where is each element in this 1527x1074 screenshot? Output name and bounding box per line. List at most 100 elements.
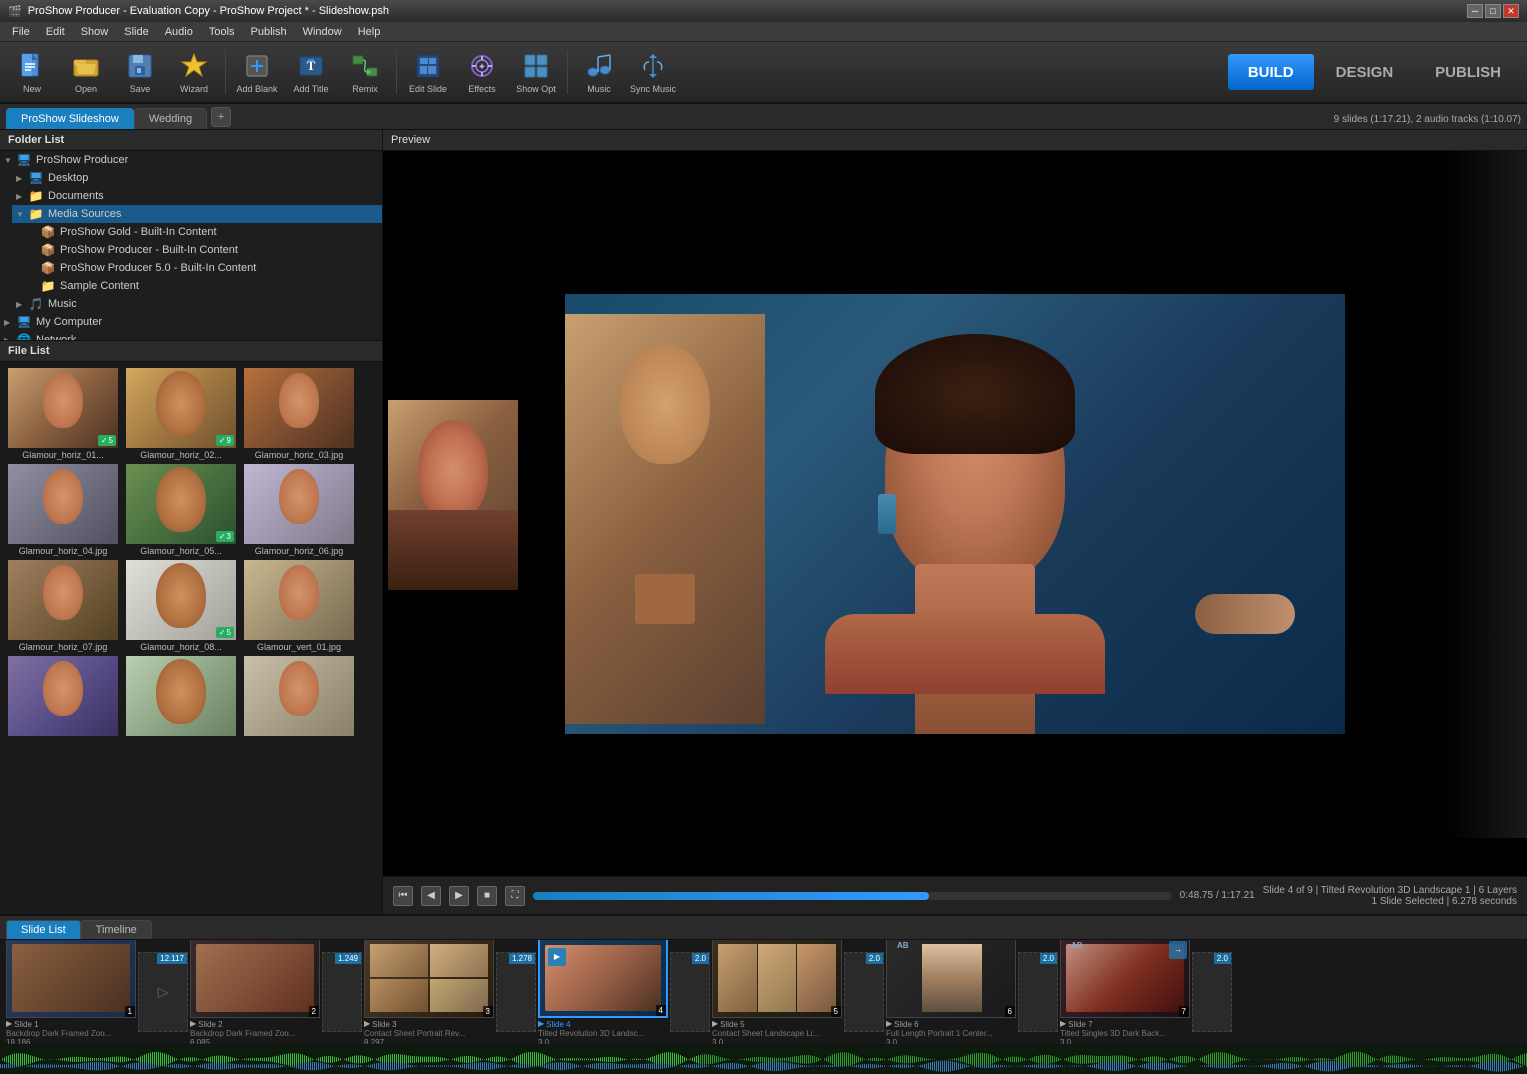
earring (878, 494, 896, 534)
add-title-button[interactable]: T Add Title (285, 45, 337, 99)
tree-arrow: ▶ (16, 174, 28, 183)
menu-publish[interactable]: Publish (243, 24, 295, 40)
file-thumb-06[interactable]: Glamour_horiz_06.jpg (240, 462, 358, 558)
slide-thumb-6[interactable]: AB 6 ▶ Slide 6 Full Length Portrait 1 Ce… (886, 940, 1016, 1044)
tree-item-documents[interactable]: ▶ 📁 Documents (12, 187, 382, 205)
progress-bar[interactable] (533, 892, 1172, 900)
badge-02: ✓ 9 (216, 435, 234, 446)
transition-thumb-1[interactable]: ▷ 12.117 (138, 952, 188, 1032)
maximize-button[interactable]: □ (1485, 4, 1501, 18)
show-opt-button[interactable]: Show Opt (510, 45, 562, 99)
slide-play-7[interactable]: ▶ (1060, 1019, 1066, 1028)
slide-thumb-5[interactable]: 5 ▶ Slide 5 Contact Sheet Landscape Li..… (712, 940, 842, 1044)
menu-slide[interactable]: Slide (116, 24, 156, 40)
file-thumb-04[interactable]: Glamour_horiz_04.jpg (4, 462, 122, 558)
wizard-button[interactable]: Wizard (168, 45, 220, 99)
slide-number-5: 5 (831, 1006, 841, 1017)
main-area: Folder List ▼ 🖥 ProShow Producer ▶ 🖥 Des… (0, 130, 1527, 914)
slide-thumb-7[interactable]: AB 7 → ▶ Slide 7 Tilted Singles 3D Dark … (1060, 940, 1190, 1044)
menu-tools[interactable]: Tools (201, 24, 243, 40)
file-thumb-11[interactable] (122, 654, 240, 740)
transition-thumb-7[interactable]: 2.0 (1192, 952, 1232, 1032)
menu-edit[interactable]: Edit (38, 24, 73, 40)
sync-music-label: Sync Music (630, 84, 676, 94)
slide-play-6[interactable]: ▶ (886, 1019, 892, 1028)
tab-wedding[interactable]: Wedding (134, 108, 207, 129)
file-thumb-08[interactable]: ✓ 5 Glamour_horiz_08... (122, 558, 240, 654)
stop-button[interactable]: ■ (477, 886, 497, 906)
slide-play-3[interactable]: ▶ (364, 1019, 370, 1028)
file-thumb-12[interactable] (240, 654, 358, 740)
tab-proshow-slideshow[interactable]: ProShow Slideshow (6, 108, 134, 129)
slide-play-1[interactable]: ▶ (6, 1019, 12, 1028)
slide-play-2[interactable]: ▶ (190, 1019, 196, 1028)
transition-thumb-6[interactable]: 2.0 (1018, 952, 1058, 1032)
file-thumb-07[interactable]: Glamour_horiz_07.jpg (4, 558, 122, 654)
minimize-button[interactable]: ─ (1467, 4, 1483, 18)
slide-thumb-3[interactable]: 3 ▶ Slide 3 Contact Sheet Portrait Rev..… (364, 940, 494, 1044)
slide-play-4[interactable]: ▶ (538, 1019, 544, 1028)
slide-thumb-1[interactable]: 1 ▶ Slide 1 Backdrop Dark Framed Zoo... … (6, 940, 136, 1044)
slide-image-7: AB 7 → (1060, 940, 1190, 1018)
slide-thumb-4[interactable]: ▶ 4 ▶ Slide 4 Tilted Revolution 3D Lands… (538, 940, 668, 1044)
tree-item-music[interactable]: ▶ 🎵 Music (12, 295, 382, 313)
transition-thumb-3[interactable]: 1.278 (496, 952, 536, 1032)
slide-strip[interactable]: 1 ▶ Slide 1 Backdrop Dark Framed Zoo... … (0, 940, 1527, 1044)
transition-thumb-2[interactable]: 1.249 (322, 952, 362, 1032)
tree-item-proshow-producer-50[interactable]: 📦 ProShow Producer 5.0 - Built-In Conten… (24, 259, 382, 277)
preview-left-image (388, 400, 518, 590)
file-thumb-01[interactable]: ✓ 5 Glamour_horiz_01... (4, 366, 122, 462)
save-button[interactable]: Save (114, 45, 166, 99)
fullscreen-button[interactable]: ⛶ (505, 886, 525, 906)
transition-thumb-5[interactable]: 2.0 (844, 952, 884, 1032)
sync-music-button[interactable]: Sync Music (627, 45, 679, 99)
tab-timeline[interactable]: Timeline (81, 920, 152, 939)
transition-image-6: 2.0 (1018, 952, 1058, 1032)
file-thumb-10[interactable] (4, 654, 122, 740)
add-tab-button[interactable]: + (211, 107, 231, 127)
tree-item-my-computer[interactable]: ▶ 🖥 My Computer (0, 313, 382, 331)
new-label: New (23, 84, 41, 94)
save-label: Save (130, 84, 151, 94)
menu-help[interactable]: Help (350, 24, 389, 40)
tree-item-proshow-gold[interactable]: 📦 ProShow Gold - Built-In Content (24, 223, 382, 241)
badge-05: ✓ 3 (216, 531, 234, 542)
open-button[interactable]: Open (60, 45, 112, 99)
transition-duration-3: 1.278 (509, 953, 535, 964)
tree-item-network[interactable]: ▶ 🌐 Network (0, 331, 382, 341)
file-thumb-02[interactable]: ✓ 9 Glamour_horiz_02... (122, 366, 240, 462)
close-button[interactable]: ✕ (1503, 4, 1519, 18)
menu-audio[interactable]: Audio (157, 24, 201, 40)
tree-item-sample-content[interactable]: 📁 Sample Content (24, 277, 382, 295)
remix-button[interactable]: Remix (339, 45, 391, 99)
slide-play-5[interactable]: ▶ (712, 1019, 718, 1028)
build-mode-button[interactable]: BUILD (1228, 54, 1314, 90)
new-button[interactable]: New (6, 45, 58, 99)
tab-slide-list[interactable]: Slide List (6, 920, 81, 939)
publish-mode-button[interactable]: PUBLISH (1415, 54, 1521, 90)
menu-show[interactable]: Show (73, 24, 117, 40)
toolbar-separator-2 (396, 50, 397, 94)
effects-button[interactable]: ✦ Effects (456, 45, 508, 99)
open-icon (70, 50, 102, 82)
prev-frame-button[interactable]: ◀ (421, 886, 441, 906)
tree-item-desktop[interactable]: ▶ 🖥 Desktop (12, 169, 382, 187)
music-folder-icon: 🎵 (28, 297, 44, 311)
music-button[interactable]: Music (573, 45, 625, 99)
edit-slide-button[interactable]: Edit Slide (402, 45, 454, 99)
transition-thumb-4[interactable]: 2.0 (670, 952, 710, 1032)
file-thumb-09[interactable]: Glamour_vert_01.jpg (240, 558, 358, 654)
skip-start-button[interactable]: ⏮ (393, 886, 413, 906)
file-thumb-05[interactable]: ✓ 3 Glamour_horiz_05... (122, 462, 240, 558)
slide-thumb-2[interactable]: 2 ▶ Slide 2 Backdrop Dark Framed Zoo... … (190, 940, 320, 1044)
play-button[interactable]: ▶ (449, 886, 469, 906)
file-thumb-03[interactable]: Glamour_horiz_03.jpg (240, 366, 358, 462)
menu-file[interactable]: File (4, 24, 38, 40)
menu-window[interactable]: Window (295, 24, 350, 40)
tree-item-media-sources[interactable]: ▼ 📁 Media Sources (12, 205, 382, 223)
design-mode-button[interactable]: DESIGN (1316, 54, 1414, 90)
desktop-icon: 🖥 (28, 171, 44, 185)
tree-item-proshow-producer-builtin[interactable]: 📦 ProShow Producer - Built-In Content (24, 241, 382, 259)
add-blank-button[interactable]: Add Blank (231, 45, 283, 99)
tree-item-proshow-producer[interactable]: ▼ 🖥 ProShow Producer (0, 151, 382, 169)
